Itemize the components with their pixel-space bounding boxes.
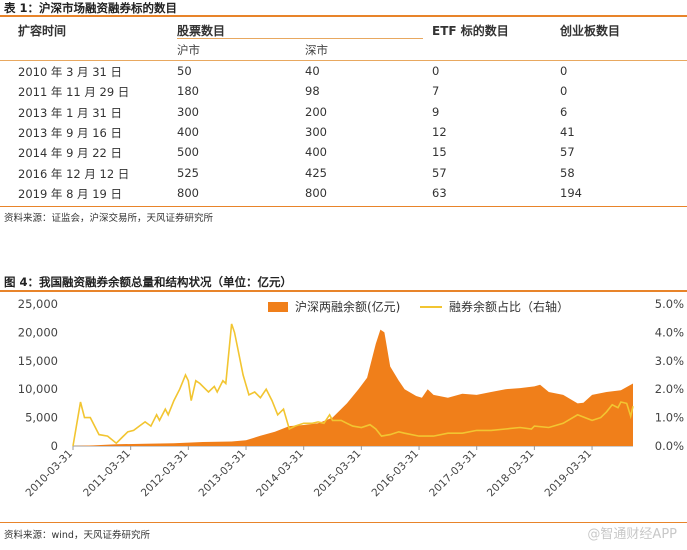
cell-date: 2010 年 3 月 31 日 xyxy=(18,65,122,79)
cell-etf: 7 xyxy=(432,84,440,99)
cell-sz: 98 xyxy=(305,84,320,99)
cell-date: 2013 年 1 月 31 日 xyxy=(18,105,122,120)
x-tick-label: 2013-03-31 xyxy=(196,448,248,500)
x-tick-label: 2014-03-31 xyxy=(254,448,306,500)
cell-sh: 180 xyxy=(177,84,199,99)
cell-etf: 0 xyxy=(432,64,440,78)
y-right-tick-label: 2.0% xyxy=(655,382,684,396)
cell-etf: 12 xyxy=(432,124,447,139)
y-left-tick-label: 15,000 xyxy=(18,354,58,368)
cell-date: 2013 年 9 月 16 日 xyxy=(18,125,122,140)
cell-date: 2011 年 11 月 29 日 xyxy=(18,85,130,100)
cell-gem: 57 xyxy=(560,145,575,160)
header-date: 扩容时间 xyxy=(18,24,67,38)
legend-label-line: 融券余额占比（右轴） xyxy=(449,299,569,314)
cell-gem: 0 xyxy=(560,84,568,99)
header-stocks: 股票数目 xyxy=(177,24,226,38)
figure-bottom-rule xyxy=(0,522,687,523)
table-source: 资料来源：证监会，沪深交易所，天风证券研究所 xyxy=(4,213,214,224)
y-left-tick-label: 20,000 xyxy=(18,325,58,339)
cell-sz: 400 xyxy=(305,145,327,160)
cell-gem: 6 xyxy=(560,104,568,119)
stocks-header-divider xyxy=(177,38,423,39)
x-tick-label: 2012-03-31 xyxy=(139,448,191,500)
header-divider xyxy=(0,60,687,61)
legend: 沪深两融余额(亿元) 融券余额占比（右轴） xyxy=(268,299,569,314)
x-tick-label: 2010-03-31 xyxy=(23,448,75,500)
cell-gem: 0 xyxy=(560,64,568,78)
table-bottom-rule xyxy=(0,206,687,207)
cell-date: 2016 年 12 月 12 日 xyxy=(18,166,130,181)
y-right-tick-label: 3.0% xyxy=(655,354,684,368)
y-right-tick-label: 0.0% xyxy=(655,439,684,453)
table-title-rule xyxy=(0,15,687,17)
header-sz: 深市 xyxy=(305,43,328,57)
x-tick-label: 2018-03-31 xyxy=(485,448,537,500)
cell-sz: 40 xyxy=(305,64,320,78)
header-gem: 创业板数目 xyxy=(560,24,621,38)
y-left-tick-label: 5,000 xyxy=(25,411,58,425)
cell-sh: 500 xyxy=(177,145,199,160)
watermark: @智通财经APP xyxy=(587,527,677,542)
cell-date: 2014 年 9 月 22 日 xyxy=(18,146,122,161)
y-right-tick-label: 5.0% xyxy=(655,297,684,311)
cell-sh: 50 xyxy=(177,64,192,78)
margin-balance-chart: 0 5,000 10,000 15,000 20,000 25,000 0.0% 1.0% 2… xyxy=(18,297,684,500)
legend-swatch-area xyxy=(268,302,288,312)
x-tick-label: 2016-03-31 xyxy=(370,448,422,500)
header-sh: 沪市 xyxy=(177,43,200,57)
cell-sh: 525 xyxy=(177,165,199,180)
cell-sz: 425 xyxy=(305,165,327,180)
cell-etf: 15 xyxy=(432,145,447,160)
x-axis: 2010-03-31 2011-03-31 2012-03-31 2013-03-31… xyxy=(23,445,633,500)
table-title: 表 1：沪深市场融资融券标的数目 xyxy=(4,1,178,15)
cell-sh: 400 xyxy=(177,124,199,139)
y-left-tick-label: 0 xyxy=(51,439,58,453)
x-tick-label: 2019-03-31 xyxy=(543,448,595,500)
figure-source: 资料来源：wind，天风证券研究所 xyxy=(4,530,150,541)
legend-label-area: 沪深两融余额(亿元) xyxy=(295,299,400,314)
cell-sz: 200 xyxy=(305,104,327,119)
cell-gem: 58 xyxy=(560,165,575,180)
y-axis-right: 0.0% 1.0% 2.0% 3.0% 4.0% 5.0% xyxy=(655,297,684,453)
y-right-tick-label: 4.0% xyxy=(655,325,684,339)
cell-sz: 300 xyxy=(305,124,327,139)
x-tick-label: 2015-03-31 xyxy=(312,448,364,500)
cell-sh: 800 xyxy=(177,185,199,200)
cell-etf: 63 xyxy=(432,185,447,200)
y-axis-left: 0 5,000 10,000 15,000 20,000 25,000 xyxy=(18,297,58,453)
cell-etf: 57 xyxy=(432,165,447,180)
cell-gem: 41 xyxy=(560,124,575,139)
y-left-tick-label: 25,000 xyxy=(18,297,58,311)
cell-gem: 194 xyxy=(560,185,582,200)
margin-balance-area xyxy=(73,329,633,446)
y-right-tick-label: 1.0% xyxy=(655,411,684,425)
cell-sh: 300 xyxy=(177,104,199,119)
x-tick-label: 2017-03-31 xyxy=(427,448,479,500)
figure-title: 图 4：我国融资融券余额总量和结构状况（单位：亿元） xyxy=(4,275,293,289)
y-left-tick-label: 10,000 xyxy=(18,382,58,396)
x-tick-label: 2011-03-31 xyxy=(81,448,133,500)
cell-etf: 9 xyxy=(432,104,440,119)
header-etf: ETF 标的数目 xyxy=(432,24,509,38)
cell-sz: 800 xyxy=(305,185,327,200)
cell-date: 2019 年 8 月 19 日 xyxy=(18,186,122,201)
